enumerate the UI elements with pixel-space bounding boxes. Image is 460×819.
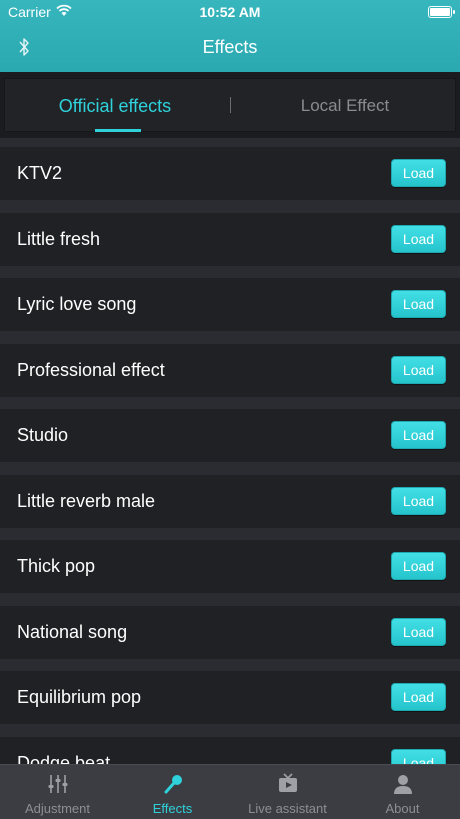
load-button[interactable]: Load <box>391 290 446 318</box>
list-item: Lyric love song Load <box>0 278 460 331</box>
effect-name: National song <box>17 621 128 642</box>
page-title: Effects <box>202 37 258 57</box>
tab-official-effects[interactable]: Official effects <box>5 79 225 133</box>
effect-name: Equilibrium pop <box>17 687 142 707</box>
effect-name: Professional effect <box>17 359 165 380</box>
list-item: National song Load <box>0 605 460 659</box>
list-item: Little reverb male Load <box>0 474 460 528</box>
load-button[interactable]: Load <box>391 355 446 384</box>
tv-play-icon <box>279 773 297 792</box>
tabbar-effects[interactable]: Effects <box>115 765 230 819</box>
status-bar: Carrier 10:52 AM <box>0 0 460 24</box>
tabbar-label: Adjustment <box>24 801 91 816</box>
effect-name: Lyric love song <box>17 294 137 314</box>
tabbar-label: About <box>385 801 420 816</box>
effect-name: KTV2 <box>17 163 63 183</box>
tabbar-label: Effects <box>152 801 193 816</box>
tabbar-about[interactable]: About <box>345 765 460 819</box>
effects-tabs: Official effects Local Effect <box>0 72 460 138</box>
status-time: 10:52 AM <box>199 4 261 20</box>
list-item: Equilibrium pop Load <box>0 671 460 724</box>
load-button[interactable]: Load <box>391 421 446 449</box>
load-button[interactable]: Load <box>391 683 446 711</box>
sliders-icon <box>48 775 68 793</box>
load-button[interactable]: Load <box>391 552 446 580</box>
effect-name: Little reverb male <box>17 490 156 511</box>
load-button[interactable]: Load <box>391 224 446 253</box>
effect-name: Studio <box>17 425 69 445</box>
list-item: KTV2 Load <box>0 147 460 200</box>
load-button[interactable]: Load <box>391 159 446 187</box>
tab-divider <box>230 97 231 113</box>
tabbar-live-assistant[interactable]: Live assistant <box>230 765 345 819</box>
list-item: Thick pop Load <box>0 540 460 593</box>
list-item: Little fresh Load <box>0 212 460 266</box>
list-item: Studio Load <box>0 409 460 462</box>
effect-name: Little fresh <box>17 228 101 249</box>
bottom-tab-bar: Adjustment Effects Live assistant About <box>0 764 460 819</box>
tab-local-effect[interactable]: Local Effect <box>235 79 455 133</box>
tabbar-adjustment[interactable]: Adjustment <box>0 765 115 819</box>
microphone-icon <box>164 775 182 794</box>
header-bar: Carrier 10:52 AM Effects <box>0 0 460 72</box>
battery-icon <box>428 6 455 18</box>
tabbar-label: Live assistant <box>248 801 327 816</box>
list-item: Professional effect Load <box>0 343 460 397</box>
active-tab-indicator <box>95 129 141 132</box>
load-button[interactable]: Load <box>391 486 446 515</box>
load-button[interactable]: Load <box>391 617 446 646</box>
effect-name: Thick pop <box>17 556 96 576</box>
person-icon <box>394 775 412 794</box>
